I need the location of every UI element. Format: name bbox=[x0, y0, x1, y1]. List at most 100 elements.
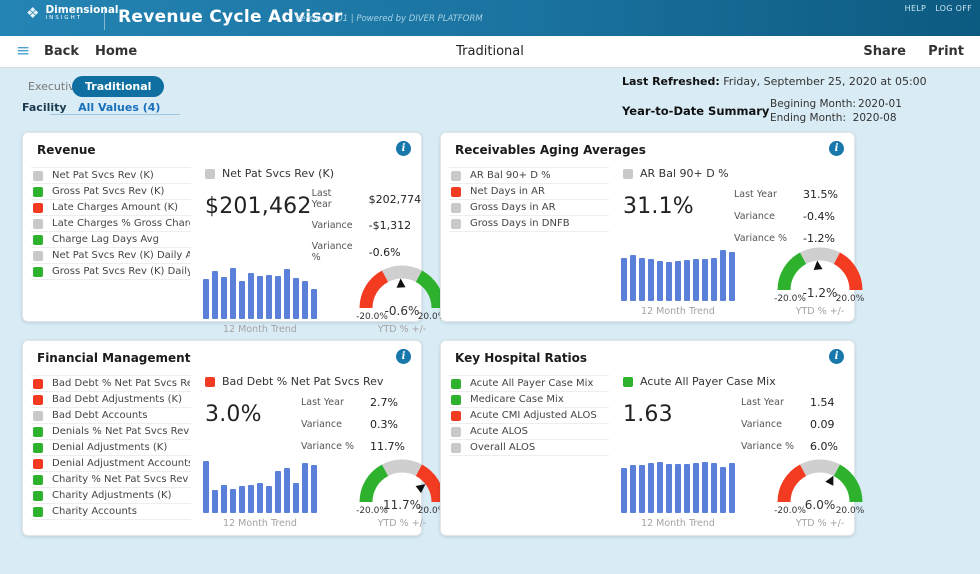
metric-row[interactable]: AR Bal 90+ D % bbox=[449, 168, 609, 184]
gauge-text: -20.0% bbox=[774, 294, 806, 304]
metric-row[interactable]: Gross Pat Svcs Rev (K) Daily Avg bbox=[31, 264, 191, 280]
metric-row[interactable]: Acute ALOS bbox=[449, 424, 609, 440]
gauge-arc-segment bbox=[777, 252, 807, 291]
metric-label: Bad Debt Accounts bbox=[52, 410, 148, 421]
last-refreshed: Last Refreshed: Friday, September 25, 20… bbox=[622, 75, 927, 88]
trend-chart bbox=[621, 247, 735, 301]
metric-row[interactable]: Late Charges Amount (K) bbox=[31, 200, 191, 216]
trend-bar bbox=[212, 490, 218, 513]
metric-status-swatch bbox=[33, 378, 43, 389]
metric-label: Denial Adjustments (K) bbox=[52, 442, 168, 453]
metric-row[interactable]: Denial Adjustments (K) bbox=[31, 440, 191, 456]
panel-financial: Financial Management i Bad Debt % Net Pa… bbox=[22, 340, 447, 536]
stat-label: Variance % bbox=[733, 233, 788, 244]
selected-metric-label: Bad Debt % Net Pat Svcs Rev bbox=[222, 375, 384, 388]
metric-row[interactable]: Overall ALOS bbox=[449, 440, 609, 456]
trend-bar bbox=[203, 460, 209, 513]
metric-status-swatch bbox=[33, 234, 43, 245]
metric-label: Charity % Net Pat Svcs Rev bbox=[52, 474, 189, 485]
metric-current-value: 3.0% bbox=[205, 402, 262, 427]
stats-grid: Last Year 2.7% Variance 0.3% Variance % 11.7% bbox=[301, 396, 405, 453]
trend-chart bbox=[203, 459, 317, 513]
info-icon[interactable]: i bbox=[396, 141, 411, 156]
metric-row[interactable]: Gross Pat Svcs Rev (K) bbox=[31, 184, 191, 200]
trend-caption: 12 Month Trend bbox=[223, 518, 297, 529]
metric-list: AR Bal 90+ D % Net Days in AR Gross Days… bbox=[449, 167, 609, 323]
selected-metric-swatch bbox=[205, 376, 215, 387]
gauge-arc-segment bbox=[359, 270, 389, 309]
metric-row[interactable]: Charge Lag Days Avg bbox=[31, 232, 191, 248]
metric-row[interactable]: Late Charges % Gross Charges bbox=[31, 216, 191, 232]
metric-status-swatch bbox=[451, 410, 461, 421]
trend-bar bbox=[702, 258, 708, 301]
info-icon[interactable]: i bbox=[829, 349, 844, 364]
info-icon[interactable]: i bbox=[829, 141, 844, 156]
ytd-begin: Begining Month: 2020-01 bbox=[770, 98, 902, 110]
stat-label: Variance % bbox=[311, 241, 353, 263]
gauge-text: 20.0% bbox=[836, 294, 865, 304]
stat-value: 11.7% bbox=[370, 440, 405, 453]
trend-bar bbox=[621, 257, 627, 301]
trend-bar bbox=[630, 465, 636, 513]
trend-bar bbox=[621, 467, 627, 513]
metric-row[interactable]: Charity Accounts bbox=[31, 504, 191, 520]
metric-row[interactable]: Medicare Case Mix bbox=[449, 392, 609, 408]
log-off-link[interactable]: LOG OFF bbox=[935, 4, 972, 13]
metric-label: Net Pat Svcs Rev (K) bbox=[52, 170, 154, 181]
metric-label: Late Charges Amount (K) bbox=[52, 202, 179, 213]
help-link[interactable]: HELP bbox=[905, 4, 927, 13]
metric-row[interactable]: Gross Days in DNFB bbox=[449, 216, 609, 232]
brand-subname: INSIGHT bbox=[45, 15, 83, 22]
metric-row[interactable]: Bad Debt % Net Pat Svcs Rev bbox=[31, 376, 191, 392]
metric-label: Denials % Net Pat Svcs Rev bbox=[52, 426, 190, 437]
facility-label: Facility bbox=[22, 101, 67, 114]
trend-bar bbox=[302, 281, 308, 319]
menu-icon[interactable]: ≡ bbox=[16, 43, 30, 60]
tab-traditional[interactable]: Traditional bbox=[72, 76, 165, 97]
back-button[interactable]: Back bbox=[44, 44, 79, 59]
app-root: ❖ Dimensional INSIGHT Revenue Cycle Advi… bbox=[0, 0, 980, 574]
metric-row[interactable]: Bad Debt Adjustments (K) bbox=[31, 392, 191, 408]
gauge-text: -1.2% bbox=[803, 286, 838, 300]
brand-diamond-icon: ❖ bbox=[26, 3, 40, 22]
trend-bar bbox=[230, 488, 236, 513]
metric-row[interactable]: Gross Days in AR bbox=[449, 200, 609, 216]
gauge: -1.2%-20.0% 20.0% bbox=[774, 247, 865, 304]
metric-status-swatch bbox=[33, 410, 43, 421]
metric-row[interactable]: Net Pat Svcs Rev (K) bbox=[31, 168, 191, 184]
metric-current-value: 31.1% bbox=[623, 194, 694, 219]
print-button[interactable]: Print bbox=[928, 44, 964, 59]
gauge-arc-segment bbox=[382, 459, 422, 477]
trend-bar bbox=[284, 268, 290, 319]
metric-row[interactable]: Acute CMI Adjusted ALOS bbox=[449, 408, 609, 424]
metric-row[interactable]: Net Days in AR bbox=[449, 184, 609, 200]
home-button[interactable]: Home bbox=[95, 44, 137, 59]
metric-row[interactable]: Denial Adjustment Accounts bbox=[31, 456, 191, 472]
stat-label: Variance bbox=[300, 419, 342, 430]
stats-grid: Last Year 1.54 Variance 0.09 Variance % 6.0% bbox=[741, 396, 838, 453]
trend-bar bbox=[266, 274, 272, 319]
share-button[interactable]: Share bbox=[863, 44, 906, 59]
metric-row[interactable]: Denials % Net Pat Svcs Rev bbox=[31, 424, 191, 440]
stat-value: 1.54 bbox=[810, 396, 835, 409]
current-view-title: Traditional bbox=[456, 44, 524, 59]
metric-row[interactable]: Net Pat Svcs Rev (K) Daily Avg bbox=[31, 248, 191, 264]
trend-bar bbox=[266, 486, 272, 513]
metric-label: Bad Debt % Net Pat Svcs Rev bbox=[52, 378, 190, 389]
gauge-caption: YTD % +/- bbox=[377, 518, 427, 529]
metric-row[interactable]: Bad Debt Accounts bbox=[31, 408, 191, 424]
stat-value: -0.4% bbox=[803, 210, 835, 223]
info-icon[interactable]: i bbox=[396, 349, 411, 364]
metric-row[interactable]: Charity Adjustments (K) bbox=[31, 488, 191, 504]
trend-bar bbox=[675, 464, 681, 513]
stat-label: Last Year bbox=[733, 189, 777, 200]
stats-grid: Last Year $202,774 Variance -$1,312 Variance… bbox=[312, 188, 422, 263]
gauge-text: -20.0% bbox=[356, 506, 388, 516]
facility-filter[interactable]: All Values (4) bbox=[78, 101, 160, 114]
metric-row[interactable]: Charity % Net Pat Svcs Rev bbox=[31, 472, 191, 488]
metric-row[interactable]: Acute All Payer Case Mix bbox=[449, 376, 609, 392]
stat-value: -$1,312 bbox=[368, 219, 412, 232]
trend-bar bbox=[284, 468, 290, 513]
gauge-caption: YTD % +/- bbox=[377, 324, 427, 335]
gauge-text: 6.0% bbox=[805, 498, 836, 512]
